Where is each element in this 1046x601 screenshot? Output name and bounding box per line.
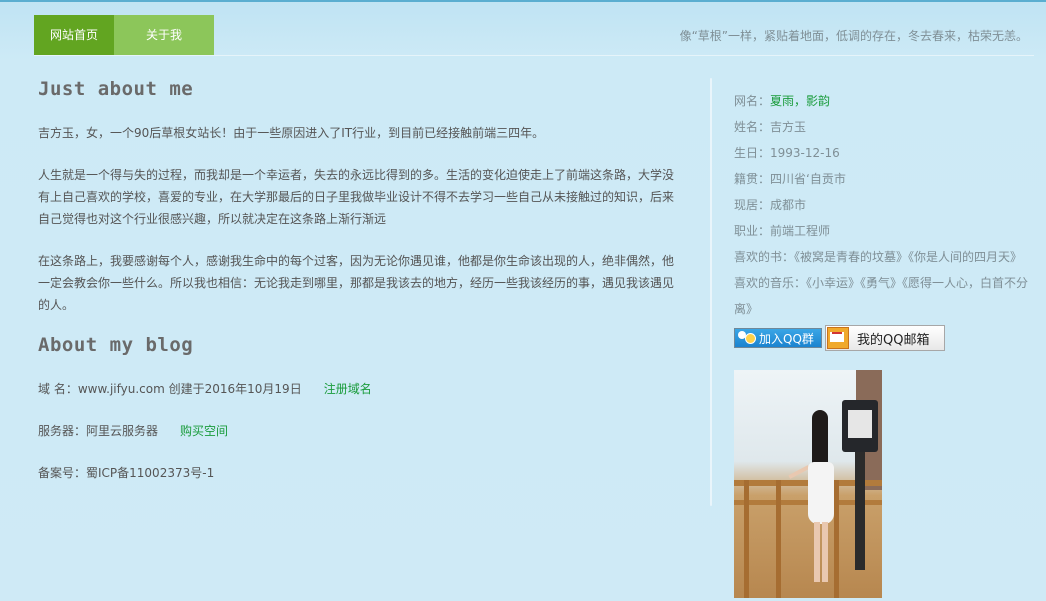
profile-birthday: 生日：1993-12-16 [734,140,1039,166]
icp-row: 备案号：蜀ICP备11002373号-1 [38,466,215,480]
profile-nickname-label: 网名： [734,94,771,108]
mail-icon [827,327,849,349]
server-row: 服务器：阿里云服务器 购买空间 [38,422,228,439]
qq-mail-label: 我的QQ邮箱 [857,332,930,348]
profile-music-label: 喜欢的音乐： [734,276,807,290]
profile-name-label: 姓名： [734,120,771,134]
column-divider [710,78,712,506]
profile-nickname-value: 夏雨，影韵 [770,94,831,108]
site-motto: 像“草根”一样，紧贴着地面，低调的存在，冬去春来，枯荣无恙。 [679,29,1028,43]
server-text: 服务器：阿里云服务器 [38,424,159,438]
profile-name-value: 吉方玉 [770,120,807,134]
profile-origin-label: 籍贯： [734,172,771,186]
contact-buttons: 加入QQ群 我的QQ邮箱 [734,325,945,351]
profile-sidebar: 网名：夏雨，影韵 姓名：吉方玉 生日：1993-12-16 籍贯：四川省‘自贡市… [734,88,1039,598]
profile-residence-label: 现居： [734,198,771,212]
profile-job-value: 前端工程师 [770,224,831,238]
profile-books-value: 《被窝是青春的坟墓》《你是人间的四月天》 [794,250,1023,264]
register-domain-link[interactable]: 注册域名 [324,382,372,396]
about-blog-heading: About my blog [38,334,194,356]
profile-photo [734,370,882,598]
main-nav: 网站首页 关于我 [34,15,214,55]
profile-books: 喜欢的书：《被窝是青春的坟墓》《你是人间的四月天》 [734,244,1039,270]
qq-mail-button[interactable]: 我的QQ邮箱 [825,325,945,351]
profile-nickname: 网名：夏雨，影韵 [734,88,1039,114]
about-paragraph-3: 在这条路上，我要感谢每个人，感谢我生命中的每个过客，因为无论你遇见谁，他都是你生… [38,254,675,312]
about-paragraph-1: 吉方玉，女，一个90后草根女站长！由于一些原因进入了IT行业，到目前已经接触前端… [38,126,545,140]
profile-residence-value: 成都市 [770,198,807,212]
profile-origin: 籍贯：四川省‘自贡市 [734,166,1039,192]
profile-name: 姓名：吉方玉 [734,114,1039,140]
profile-music: 喜欢的音乐：《小幸运》《勇气》《愿得一人心，白首不分离》 [734,270,1039,322]
nav-about-link[interactable]: 关于我 [114,15,214,55]
about-me-heading: Just about me [38,78,194,100]
join-qq-group-button[interactable]: 加入QQ群 [734,328,822,348]
profile-residence: 现居：成都市 [734,192,1039,218]
buy-hosting-link[interactable]: 购买空间 [180,424,228,438]
qq-group-icon [737,329,757,347]
profile-job-label: 职业： [734,224,771,238]
profile-origin-value: 四川省‘自贡市 [770,172,846,186]
about-paragraph-2: 人生就是一个得与失的过程，而我却是一个幸运者，失去的永远比得到的多。生活的变化迫… [38,168,675,226]
profile-birthday-label: 生日： [734,146,771,160]
domain-row: 域 名：www.jifyu.com 创建于2016年10月19日 注册域名 [38,380,372,397]
nav-home-link[interactable]: 网站首页 [34,15,114,55]
header-divider [34,55,1034,56]
top-border [0,0,1046,2]
profile-job: 职业：前端工程师 [734,218,1039,244]
profile-birthday-value: 1993-12-16 [770,146,840,160]
profile-books-label: 喜欢的书： [734,250,795,264]
domain-text: 域 名：www.jifyu.com 创建于2016年10月19日 [38,382,302,396]
join-qq-group-label: 加入QQ群 [759,331,814,346]
